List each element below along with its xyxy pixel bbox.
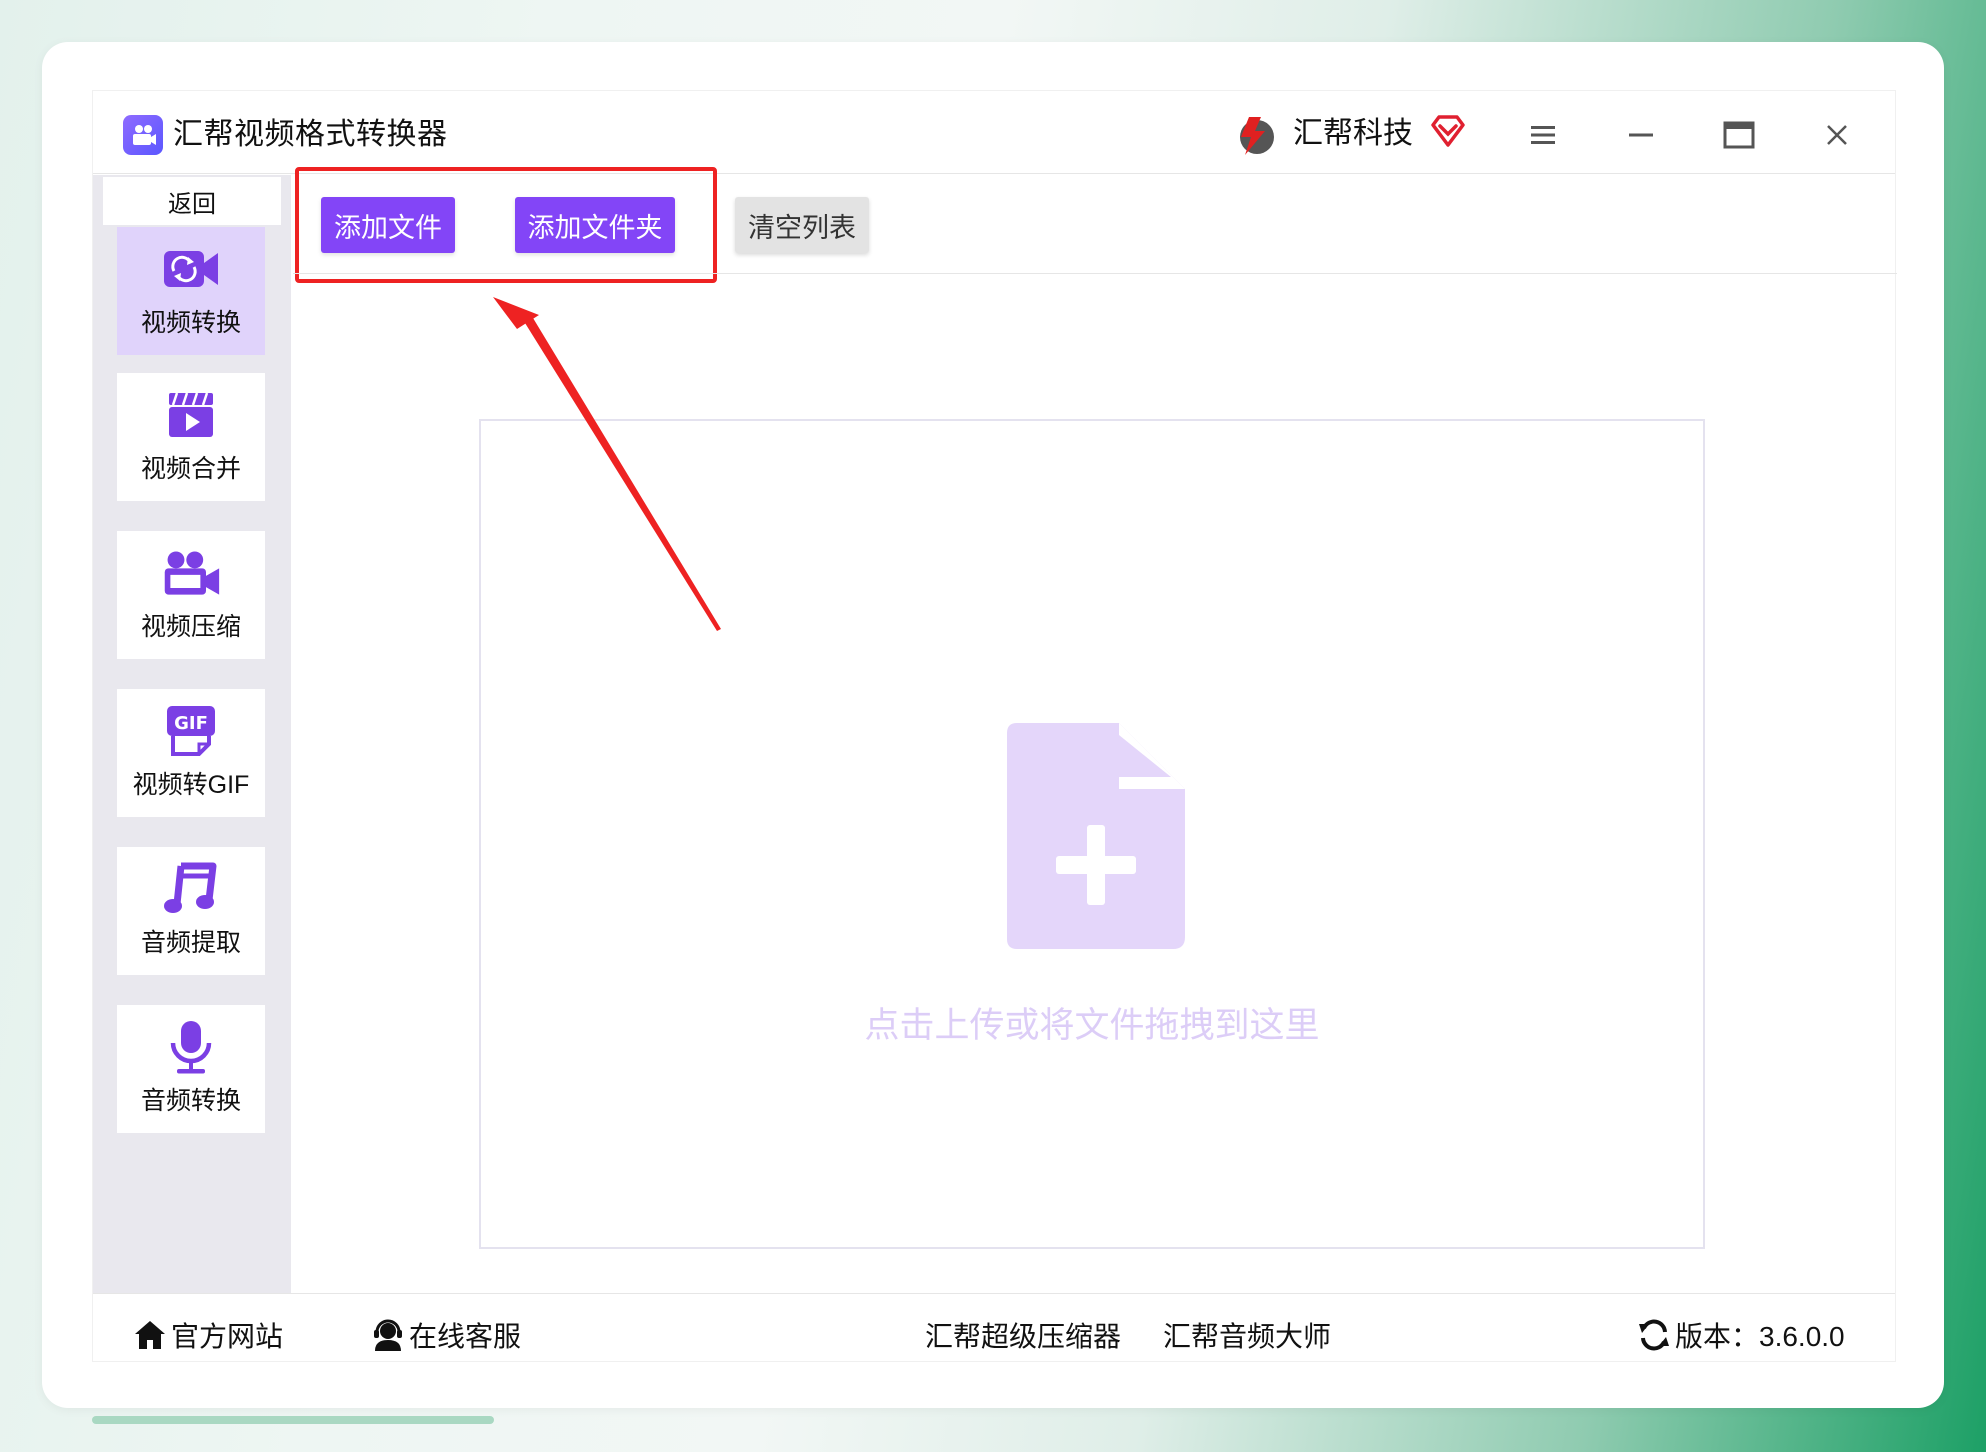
online-support-label: 在线客服 [409, 1321, 522, 1352]
super-compressor-link[interactable]: 汇帮超级压缩器 [925, 1313, 1121, 1357]
sidebar-item-label: 视频合并 [140, 455, 241, 483]
sidebar-item-audio-extract[interactable]: 音频提取 [117, 847, 265, 975]
menu-icon[interactable] [1519, 111, 1567, 159]
drop-hint-text: 点击上传或将文件拖拽到这里 [864, 1006, 1320, 1045]
app-window: 汇帮视频格式转换器 汇帮科技 返回 视频转换 视频合并 视频压缩 GIF 视频转… [92, 90, 1897, 1362]
footer-divider [93, 1293, 1895, 1294]
app-title: 汇帮视频格式转换器 [173, 118, 448, 151]
scroll-indicator [92, 1416, 494, 1424]
clear-list-button[interactable]: 清空列表 [735, 197, 869, 253]
back-button[interactable]: 返回 [103, 177, 281, 225]
official-website-label: 官方网站 [171, 1321, 284, 1352]
sidebar-item-label: 视频压缩 [140, 613, 241, 641]
video-convert-icon [161, 243, 221, 295]
music-note-icon [161, 862, 221, 915]
sidebar-item-label: 视频转换 [140, 309, 241, 337]
version-label: 版本：3.6.0.0 [1675, 1321, 1845, 1352]
microphone-icon [161, 1021, 221, 1074]
video-merge-icon [161, 389, 221, 441]
video-compress-icon [161, 547, 221, 599]
online-support-link[interactable]: 在线客服 [371, 1313, 521, 1357]
toolbar-divider [293, 273, 1897, 274]
minimize-icon[interactable] [1617, 111, 1665, 159]
file-add-icon [1007, 723, 1185, 954]
sidebar-item-label: 音频提取 [140, 929, 241, 957]
svg-text:GIF: GIF [174, 713, 208, 734]
sidebar-item-label: 音频转换 [140, 1087, 241, 1115]
file-drop-zone[interactable]: 点击上传或将文件拖拽到这里 [479, 419, 1705, 1249]
customer-service-icon [374, 1319, 402, 1351]
audio-master-link[interactable]: 汇帮音频大师 [1163, 1313, 1331, 1357]
app-logo-icon [123, 115, 163, 155]
close-icon[interactable] [1813, 111, 1861, 159]
official-website-link[interactable]: 官方网站 [133, 1313, 283, 1357]
title-bar: 汇帮视频格式转换器 汇帮科技 [93, 91, 1895, 173]
sidebar-item-video-convert[interactable]: 视频转换 [117, 227, 265, 355]
brand-logo-icon [1231, 111, 1279, 159]
sidebar-item-video-merge[interactable]: 视频合并 [117, 373, 265, 501]
sidebar-item-video-compress[interactable]: 视频压缩 [117, 531, 265, 659]
sidebar: 返回 视频转换 视频合并 视频压缩 GIF 视频转GIF 音频提取 音频转换 [93, 175, 291, 1293]
home-icon [135, 1321, 165, 1349]
brand-name: 汇帮科技 [1293, 117, 1413, 150]
refresh-icon [1639, 1319, 1669, 1351]
gif-icon: GIF [161, 705, 221, 757]
sidebar-item-label: 视频转GIF [132, 771, 250, 799]
maximize-icon[interactable] [1715, 111, 1763, 159]
version-info[interactable]: 版本：3.6.0.0 [1637, 1313, 1845, 1357]
sidebar-item-audio-convert[interactable]: 音频转换 [117, 1005, 265, 1133]
highlight-box [295, 167, 717, 283]
vip-diamond-icon[interactable] [1429, 113, 1467, 151]
sidebar-item-video-to-gif[interactable]: GIF 视频转GIF [117, 689, 265, 817]
